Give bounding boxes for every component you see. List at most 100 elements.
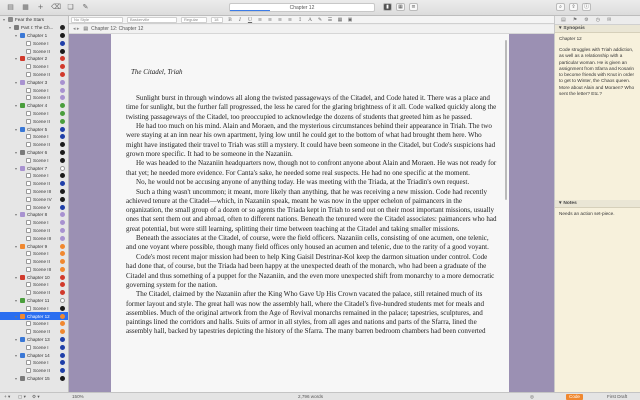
binder-scene-item[interactable]: Scene II [0, 47, 68, 55]
folder-icon[interactable]: ▢ ▾ [18, 394, 26, 400]
disclosure-triangle-icon[interactable]: ▾ [15, 33, 19, 38]
search-button[interactable]: ⌕ [556, 3, 565, 11]
view-single-button[interactable]: ▮ [383, 3, 392, 11]
binder-scene-item[interactable]: Scene I [0, 343, 68, 351]
paragraph[interactable]: Code's most recent major mission had bee… [126, 253, 498, 290]
binder-folder-item[interactable]: ▾ Chapter 14 [0, 351, 68, 359]
binder-folder-item[interactable]: ▾ Chapter 15 [0, 375, 68, 383]
binder-scene-item[interactable]: Scene II [0, 180, 68, 188]
binder-scene-item[interactable]: Scene I [0, 110, 68, 118]
binder-scene-item[interactable]: Scene I [0, 320, 68, 328]
disclosure-triangle-icon[interactable]: ▾ [15, 80, 19, 85]
binder-folder-item[interactable]: ▾ Chapter 3 [0, 78, 68, 86]
list-icon[interactable]: ☰ [327, 17, 333, 23]
binder-scene-item[interactable]: Scene III [0, 234, 68, 242]
view-outline-button[interactable]: ≡ [409, 3, 418, 11]
binder-folder-item[interactable]: ▾ Chapter 5 [0, 125, 68, 133]
binder-scene-item[interactable]: Scene III [0, 266, 68, 274]
bold-icon[interactable]: B [227, 17, 233, 23]
text-page[interactable]: The Citadel, Triah Sunlight burst in thr… [111, 34, 509, 392]
align-right-icon[interactable]: ≡ [277, 17, 283, 23]
notes-text[interactable]: Needs an action set-piece. [555, 208, 640, 220]
compose-icon[interactable]: ✎ [81, 3, 90, 12]
body-text[interactable]: Sunlight burst in through windows all al… [126, 94, 498, 337]
binder-scene-item[interactable]: Scene II [0, 258, 68, 266]
trash-icon[interactable]: ⌫ [51, 3, 61, 12]
italic-icon[interactable]: I [237, 17, 243, 23]
binder-scene-item[interactable]: Scene II [0, 227, 68, 235]
target-icon[interactable]: ◎ [530, 394, 534, 400]
synopsis-text[interactable]: Code struggles with Triah addiction, as … [555, 44, 640, 164]
disclosure-triangle-icon[interactable]: ▾ [15, 314, 19, 319]
binder-folder-item[interactable]: ▾ Chapter 13 [0, 336, 68, 344]
size-select[interactable]: 18 [211, 16, 223, 23]
scrollbar[interactable] [505, 40, 507, 200]
binder-scene-item[interactable]: Scene II [0, 367, 68, 375]
binder-scene-item[interactable]: Scene I [0, 281, 68, 289]
binder-folder-item[interactable]: ▾ Chapter 6 [0, 149, 68, 157]
disclosure-triangle-icon[interactable]: ▾ [15, 244, 19, 249]
binder-scene-item[interactable]: Scene III [0, 188, 68, 196]
binder-folder-item[interactable]: ▾ Chapter 2 [0, 55, 68, 63]
disclosure-triangle-icon[interactable]: ▾ [15, 103, 19, 108]
disclosure-triangle-icon[interactable]: ▾ [9, 25, 13, 30]
binder-folder-item[interactable]: ▾ Chapter 8 [0, 211, 68, 219]
binder-folder-item[interactable]: ▾ Chapter 12 [0, 312, 68, 321]
binder-scene-item[interactable]: Scene I [0, 133, 68, 141]
metadata-tab-icon[interactable]: ⚙ [584, 17, 588, 23]
history-arrows-icon[interactable]: ◂ ▸ [73, 26, 79, 32]
binder-scene-item[interactable]: Scene II [0, 117, 68, 125]
binder-scene-item[interactable]: Scene II [0, 289, 68, 297]
weight-select[interactable]: Regular [181, 16, 207, 23]
add-icon[interactable]: + [36, 3, 45, 12]
notes-tab-icon[interactable]: ▤ [561, 17, 566, 23]
comments-tab-icon[interactable]: ✉ [607, 17, 611, 23]
binder-toggle-icon[interactable]: ▤ [6, 3, 15, 12]
zoom-level[interactable]: 150% [72, 394, 84, 399]
paragraph[interactable]: Such a thing wasn't uncommon; it meant, … [126, 188, 498, 234]
align-justify-icon[interactable]: ≡ [287, 17, 293, 23]
document-title-field[interactable]: Chapter 12 [229, 3, 375, 12]
snapshots-tab-icon[interactable]: ◷ [596, 17, 600, 23]
paragraph[interactable]: Beneath the associates at the Citadel, o… [126, 234, 498, 253]
disclosure-triangle-icon[interactable]: ▾ [15, 127, 19, 132]
binder-scene-item[interactable]: Scene II [0, 94, 68, 102]
line-spacing-icon[interactable]: ↕ [297, 17, 303, 23]
binder-folder-item[interactable]: ▾ Chapter 7 [0, 164, 68, 172]
paragraph[interactable]: No, he would not be accusing anyone of a… [126, 178, 498, 187]
paragraph[interactable]: The Citadel, claimed by the Nazaniin aft… [126, 290, 498, 336]
quick-reference-icon[interactable]: ❏ [66, 3, 75, 12]
binder-scene-item[interactable]: Scene I [0, 304, 68, 312]
binder-scene-item[interactable]: Scene I [0, 39, 68, 47]
binder-scene-item[interactable]: Scene I [0, 63, 68, 71]
style-select[interactable]: No Style [71, 16, 123, 23]
binder-folder-item[interactable]: ▾ Chapter 11 [0, 297, 68, 305]
add-item-icon[interactable]: + ▾ [4, 394, 10, 400]
disclosure-triangle-icon[interactable]: ▾ [15, 212, 19, 217]
binder-scene-item[interactable]: Scene II [0, 328, 68, 336]
disclosure-triangle-icon[interactable]: ▾ [15, 56, 19, 61]
underline-icon[interactable]: U [247, 17, 253, 23]
binder-scene-item[interactable]: Scene II [0, 141, 68, 149]
binder-scene-item[interactable]: Scene I [0, 172, 68, 180]
gear-icon[interactable]: ⚙ ▾ [32, 394, 40, 400]
disclosure-triangle-icon[interactable]: ▾ [3, 17, 7, 22]
binder-folder-item[interactable]: ▾ Part I: The Ch... [0, 24, 68, 32]
binder-scene-item[interactable]: Scene I [0, 219, 68, 227]
highlight-icon[interactable]: ✎ [317, 17, 323, 23]
disclosure-triangle-icon[interactable]: ▾ [15, 376, 19, 381]
view-corkboard-button[interactable]: ▦ [396, 3, 405, 11]
inspector-toggle-button[interactable]: ⓘ [582, 3, 591, 11]
font-select[interactable]: Baskerville [127, 16, 177, 23]
label-badge[interactable]: Code [566, 394, 583, 400]
table-icon[interactable]: ▦ [337, 17, 343, 23]
binder-folder-item[interactable]: ▾ Fear the Stars [0, 16, 68, 24]
binder-scene-item[interactable]: Scene IV [0, 195, 68, 203]
binder-folder-item[interactable]: ▾ Chapter 1 [0, 32, 68, 40]
synopsis-header[interactable]: ▾ Synopsis [555, 25, 640, 33]
binder-scene-item[interactable]: Scene I [0, 156, 68, 164]
compile-button[interactable]: ⇪ [569, 3, 578, 11]
paragraph[interactable]: He had too much on his mind. Alain and M… [126, 122, 498, 159]
binder-folder-item[interactable]: ▾ Chapter 10 [0, 273, 68, 281]
binder-folder-item[interactable]: ▾ Chapter 4 [0, 102, 68, 110]
